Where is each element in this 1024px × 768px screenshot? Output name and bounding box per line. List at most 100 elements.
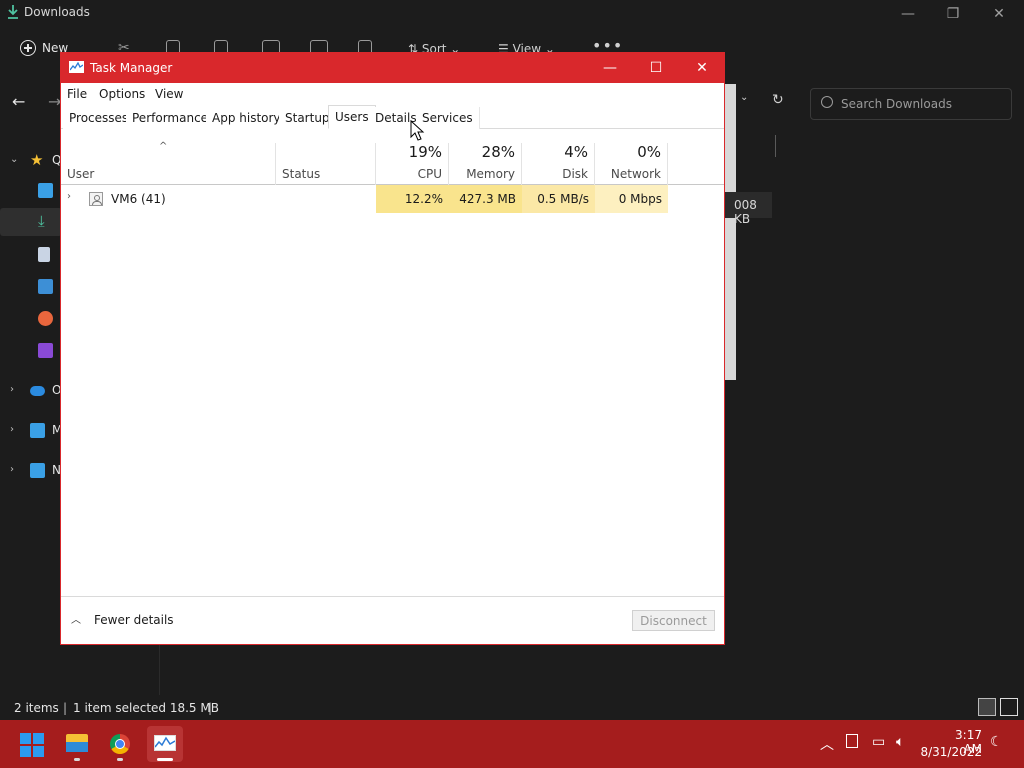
column-memory-label: Memory	[466, 167, 515, 181]
chevron-down-icon: ⌄	[10, 154, 19, 165]
notifications-moon-icon[interactable]: ☾	[990, 734, 1003, 750]
status-separator: |	[208, 701, 213, 715]
running-indicator	[117, 758, 123, 761]
users-table: ^ User Status 19% CPU 28% Memory 4% Disk…	[61, 129, 724, 595]
details-view-icon[interactable]	[978, 698, 996, 716]
disconnect-button[interactable]: Disconnect	[632, 610, 715, 631]
column-memory[interactable]: 28% Memory	[449, 143, 522, 185]
explorer-status-bar: 2 items | 1 item selected 18.5 MB |	[0, 698, 1024, 720]
chrome-icon	[110, 734, 130, 754]
computer-icon	[30, 423, 45, 438]
cpu-total-percent: 19%	[408, 143, 442, 161]
back-arrow-icon[interactable]: ←	[12, 92, 25, 111]
cloud-icon	[30, 386, 45, 396]
keyboard-icon[interactable]	[846, 734, 858, 748]
column-disk[interactable]: 4% Disk	[522, 143, 595, 185]
tab-processes[interactable]: Processes	[63, 107, 136, 129]
music-icon	[38, 311, 53, 326]
active-indicator	[157, 758, 173, 761]
tiles-view-icon[interactable]	[1000, 698, 1018, 716]
status-separator: |	[63, 701, 68, 715]
row-network: 0 Mbps	[595, 185, 668, 213]
column-user[interactable]: User	[61, 143, 276, 185]
videos-icon	[38, 343, 53, 358]
explorer-scrollbar[interactable]	[724, 84, 736, 380]
row-status	[276, 185, 376, 213]
user-icon	[89, 192, 103, 206]
volume-icon[interactable]: 🔈︎	[896, 734, 904, 750]
pictures-icon	[38, 279, 53, 294]
task-manager-icon	[69, 61, 84, 73]
mouse-cursor-icon	[410, 120, 425, 141]
menu-bar: File Options View	[61, 83, 724, 105]
column-network[interactable]: 0% Network	[595, 143, 668, 185]
row-user-name: VM6 (41)	[111, 192, 166, 206]
column-cpu-label: CPU	[417, 167, 442, 181]
taskbar: ︿ ▭ 🔈︎ 3:17 AM 8/31/2022 ☾	[0, 720, 1024, 768]
chevron-right-icon: ›	[10, 464, 14, 475]
column-disk-label: Disk	[562, 167, 588, 181]
status-item-count: 2 items	[14, 701, 59, 715]
address-history-chevron-icon[interactable]: ⌄	[740, 92, 756, 103]
desktop-icon	[38, 183, 53, 198]
expand-chevron-icon[interactable]: ›	[67, 191, 71, 202]
chevron-right-icon: ›	[10, 424, 14, 435]
show-hidden-icons-chevron-icon[interactable]: ︿	[820, 734, 834, 754]
row-memory: 427.3 MB	[449, 185, 522, 213]
windows-start-icon[interactable]	[20, 733, 44, 757]
tab-performance[interactable]: Performance	[126, 107, 216, 129]
download-icon: ⤓	[38, 212, 45, 230]
network-icon	[30, 463, 45, 478]
task-manager-window: Task Manager — ☐ ✕ File Options View Pro…	[60, 52, 725, 645]
star-icon: ★	[30, 151, 44, 169]
column-network-label: Network	[610, 167, 661, 181]
clock-date[interactable]: 8/31/2022	[920, 745, 982, 759]
chevron-up-icon[interactable]: ︿	[71, 611, 81, 626]
refresh-icon[interactable]: ↻	[772, 92, 788, 108]
taskbar-file-explorer[interactable]	[59, 726, 95, 762]
task-manager-titlebar[interactable]: Task Manager — ☐ ✕	[61, 53, 724, 83]
tab-bar: Processes Performance App history Startu…	[61, 105, 724, 129]
column-status-label: Status	[282, 167, 321, 181]
explorer-restore-button[interactable]: ❐	[938, 4, 968, 24]
explorer-close-button[interactable]: ✕	[984, 4, 1014, 24]
fewer-details-link[interactable]: Fewer details	[94, 613, 174, 627]
folder-icon	[66, 734, 88, 752]
menu-file[interactable]: File	[67, 87, 87, 101]
running-indicator	[74, 758, 80, 761]
minimize-button[interactable]: —	[587, 53, 633, 83]
download-icon	[8, 5, 18, 19]
row-disk: 0.5 MB/s	[522, 185, 595, 213]
table-row[interactable]: › VM6 (41) 12.2% 427.3 MB 0.5 MB/s 0 Mbp…	[61, 185, 724, 213]
task-manager-icon	[154, 735, 176, 751]
column-user-label: User	[67, 167, 95, 181]
taskbar-task-manager[interactable]	[147, 726, 183, 762]
chevron-right-icon: ›	[10, 384, 14, 395]
maximize-button[interactable]: ☐	[633, 53, 679, 83]
document-icon	[38, 247, 50, 262]
column-cpu[interactable]: 19% CPU	[376, 143, 449, 185]
plus-icon	[20, 40, 36, 56]
status-selection: 1 item selected 18.5 MB	[73, 701, 219, 715]
task-manager-footer: ︿ Fewer details Disconnect	[61, 596, 724, 644]
search-box[interactable]	[810, 88, 1012, 120]
column-status[interactable]: Status	[276, 143, 376, 185]
row-cpu: 12.2%	[376, 185, 449, 213]
tab-app-history[interactable]: App history	[206, 107, 288, 129]
table-header: ^ User Status 19% CPU 28% Memory 4% Disk…	[61, 129, 724, 185]
explorer-titlebar: Downloads — ❐ ✕	[0, 0, 1024, 28]
explorer-minimize-button[interactable]: —	[893, 4, 923, 24]
disk-total-percent: 4%	[564, 143, 588, 161]
taskbar-chrome[interactable]	[102, 726, 138, 762]
search-icon	[821, 96, 833, 108]
memory-total-percent: 28%	[481, 143, 515, 161]
network-total-percent: 0%	[637, 143, 661, 161]
menu-options[interactable]: Options	[99, 87, 145, 101]
menu-view[interactable]: View	[155, 87, 183, 101]
search-input[interactable]	[841, 95, 1006, 113]
task-manager-title: Task Manager	[90, 61, 173, 75]
file-size-cell: 008 KB	[724, 192, 772, 226]
column-divider	[775, 135, 776, 157]
close-button[interactable]: ✕	[679, 53, 725, 83]
network-status-icon[interactable]: ▭	[872, 734, 885, 750]
